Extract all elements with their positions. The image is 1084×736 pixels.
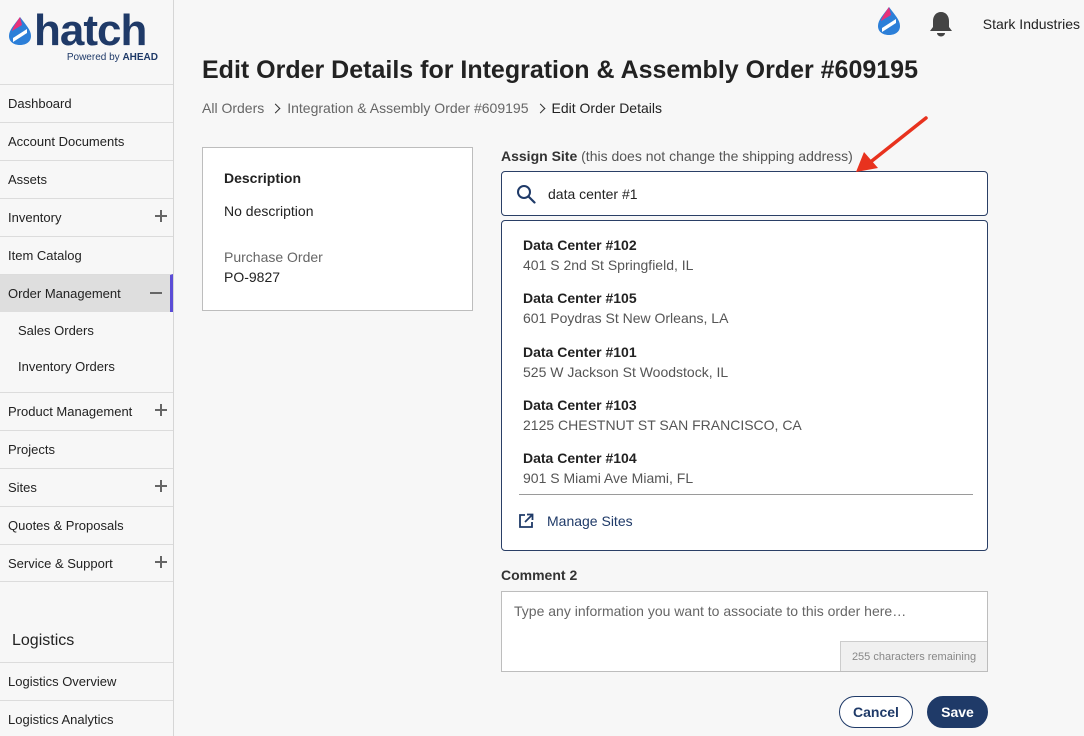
sidebar-item-label: Logistics Analytics: [8, 712, 114, 727]
site-option-address: 601 Poydras St New Orleans, LA: [523, 310, 729, 326]
description-card: Description No description Purchase Orde…: [202, 147, 473, 311]
cancel-button[interactable]: Cancel: [839, 696, 913, 728]
search-icon: [517, 184, 536, 204]
annotation-arrow-icon: [856, 116, 928, 172]
sidebar-subitem-inventory-orders[interactable]: Inventory Orders: [0, 348, 173, 384]
powered-by-text: Powered by: [66, 52, 120, 63]
site-option[interactable]: Data Center #104 901 S Miami Ave Miami, …: [523, 450, 693, 486]
site-option-address: 901 S Miami Ave Miami, FL: [523, 470, 694, 486]
manage-sites-label: Manage Sites: [547, 513, 633, 529]
site-search-box[interactable]: [501, 171, 988, 216]
site-dropdown: Data Center #102 401 S 2nd St Springfiel…: [501, 220, 988, 551]
powered-by-brand: AHEAD: [122, 52, 158, 63]
breadcrumb-order[interactable]: Integration & Assembly Order #609195: [287, 100, 528, 116]
site-search-input[interactable]: [548, 185, 948, 202]
description-value: No description: [224, 203, 314, 219]
sidebar-item-service-support[interactable]: Service & Support: [0, 544, 173, 582]
sidebar-section-logistics: Logistics: [12, 632, 75, 649]
sidebar-nav: Dashboard Account Documents Assets Inven…: [0, 84, 173, 736]
sidebar-item-logistics-overview[interactable]: Logistics Overview: [0, 662, 173, 700]
site-option-name: Data Center #105: [523, 290, 637, 306]
characters-remaining: 255 characters remaining: [840, 641, 987, 671]
site-option[interactable]: Data Center #103 2125 CHESTNUT ST SAN FR…: [523, 397, 802, 433]
assign-site-label: Assign Site (this does not change the sh…: [501, 148, 853, 164]
sidebar-item-item-catalog[interactable]: Item Catalog: [0, 236, 173, 274]
comment-label: Comment 2: [501, 567, 578, 583]
site-option-name: Data Center #102: [523, 237, 637, 253]
expand-plus-icon[interactable]: [155, 210, 167, 222]
sidebar-item-label: Quotes & Proposals: [8, 518, 124, 533]
sidebar-item-inventory[interactable]: Inventory: [0, 198, 173, 236]
external-link-icon: [519, 513, 534, 528]
sidebar-item-order-management[interactable]: Order Management: [0, 274, 173, 312]
sidebar-item-label: Projects: [8, 442, 55, 457]
org-name[interactable]: Stark Industries: [983, 16, 1080, 32]
sidebar-subitem-label: Sales Orders: [18, 322, 94, 338]
sidebar-item-label: Order Management: [8, 286, 121, 301]
breadcrumb-all-orders[interactable]: All Orders: [202, 100, 264, 116]
site-option[interactable]: Data Center #105 601 Poydras St New Orle…: [523, 290, 728, 326]
sidebar-item-label: Sites: [8, 480, 37, 495]
expand-plus-icon[interactable]: [155, 404, 167, 416]
site-option[interactable]: Data Center #101 525 W Jackson St Woodst…: [523, 344, 728, 380]
chevron-right-icon: [535, 103, 545, 113]
assign-site-hint: (this does not change the shipping addre…: [581, 148, 853, 164]
site-option-address: 401 S 2nd St Springfield, IL: [523, 257, 694, 273]
description-label: Description: [224, 170, 302, 186]
site-option-address: 525 W Jackson St Woodstock, IL: [523, 364, 729, 380]
sidebar-item-account-documents[interactable]: Account Documents: [0, 122, 173, 160]
expand-plus-icon[interactable]: [155, 480, 167, 492]
dropdown-divider: [519, 494, 973, 495]
sidebar-item-quotes-proposals[interactable]: Quotes & Proposals: [0, 506, 173, 544]
site-option-name: Data Center #101: [523, 344, 637, 360]
hatch-app-icon[interactable]: [877, 6, 901, 36]
hatch-logo[interactable]: hatch Powered by AHEAD: [8, 6, 168, 68]
sidebar-subitem-sales-orders[interactable]: Sales Orders: [0, 312, 173, 348]
bell-icon[interactable]: [929, 11, 953, 37]
assign-site-label-text: Assign Site: [501, 148, 578, 164]
comment-field: 255 characters remaining: [501, 591, 988, 672]
site-option-name: Data Center #104: [523, 450, 637, 466]
powered-by: Powered by AHEAD: [67, 52, 158, 63]
app-root: hatch Powered by AHEAD Dashboard Account…: [0, 0, 1084, 736]
breadcrumb-current: Edit Order Details: [551, 100, 662, 116]
expand-plus-icon[interactable]: [155, 556, 167, 568]
collapse-minus-icon[interactable]: [150, 292, 162, 294]
site-option[interactable]: Data Center #102 401 S 2nd St Springfiel…: [523, 237, 693, 273]
sidebar-item-assets[interactable]: Assets: [0, 160, 173, 198]
hatch-logo-mark-icon: [9, 17, 31, 45]
sidebar-item-dashboard[interactable]: Dashboard: [0, 84, 173, 122]
sidebar-subitem-label: Inventory Orders: [18, 358, 115, 374]
sidebar-item-label: Product Management: [8, 404, 133, 419]
sidebar-item-logistics-analytics[interactable]: Logistics Analytics: [0, 700, 173, 736]
site-option-name: Data Center #103: [523, 397, 637, 413]
save-button[interactable]: Save: [927, 696, 988, 728]
sidebar-item-label: Dashboard: [8, 96, 72, 111]
purchase-order-value: PO-9827: [224, 269, 281, 285]
site-option-address: 2125 CHESTNUT ST SAN FRANCISCO, CA: [523, 417, 802, 433]
sidebar-item-label: Account Documents: [8, 134, 125, 149]
sidebar-item-label: Assets: [8, 172, 48, 187]
brand-name: hatch: [34, 6, 147, 55]
breadcrumb: All Orders Integration & Assembly Order …: [202, 100, 662, 116]
sidebar: hatch Powered by AHEAD Dashboard Account…: [0, 0, 174, 736]
page-title: Edit Order Details for Integration & Ass…: [202, 56, 918, 84]
sidebar-item-label: Item Catalog: [8, 248, 82, 263]
sidebar-item-product-management[interactable]: Product Management: [0, 392, 173, 430]
purchase-order-label: Purchase Order: [224, 249, 323, 265]
sidebar-item-label: Logistics Overview: [8, 674, 117, 689]
sidebar-item-sites[interactable]: Sites: [0, 468, 173, 506]
sidebar-item-label: Inventory: [8, 210, 62, 225]
sidebar-item-label: Service & Support: [8, 555, 113, 571]
sidebar-item-projects[interactable]: Projects: [0, 430, 173, 468]
manage-sites-link[interactable]: Manage Sites: [518, 513, 633, 529]
chevron-right-icon: [270, 103, 281, 113]
